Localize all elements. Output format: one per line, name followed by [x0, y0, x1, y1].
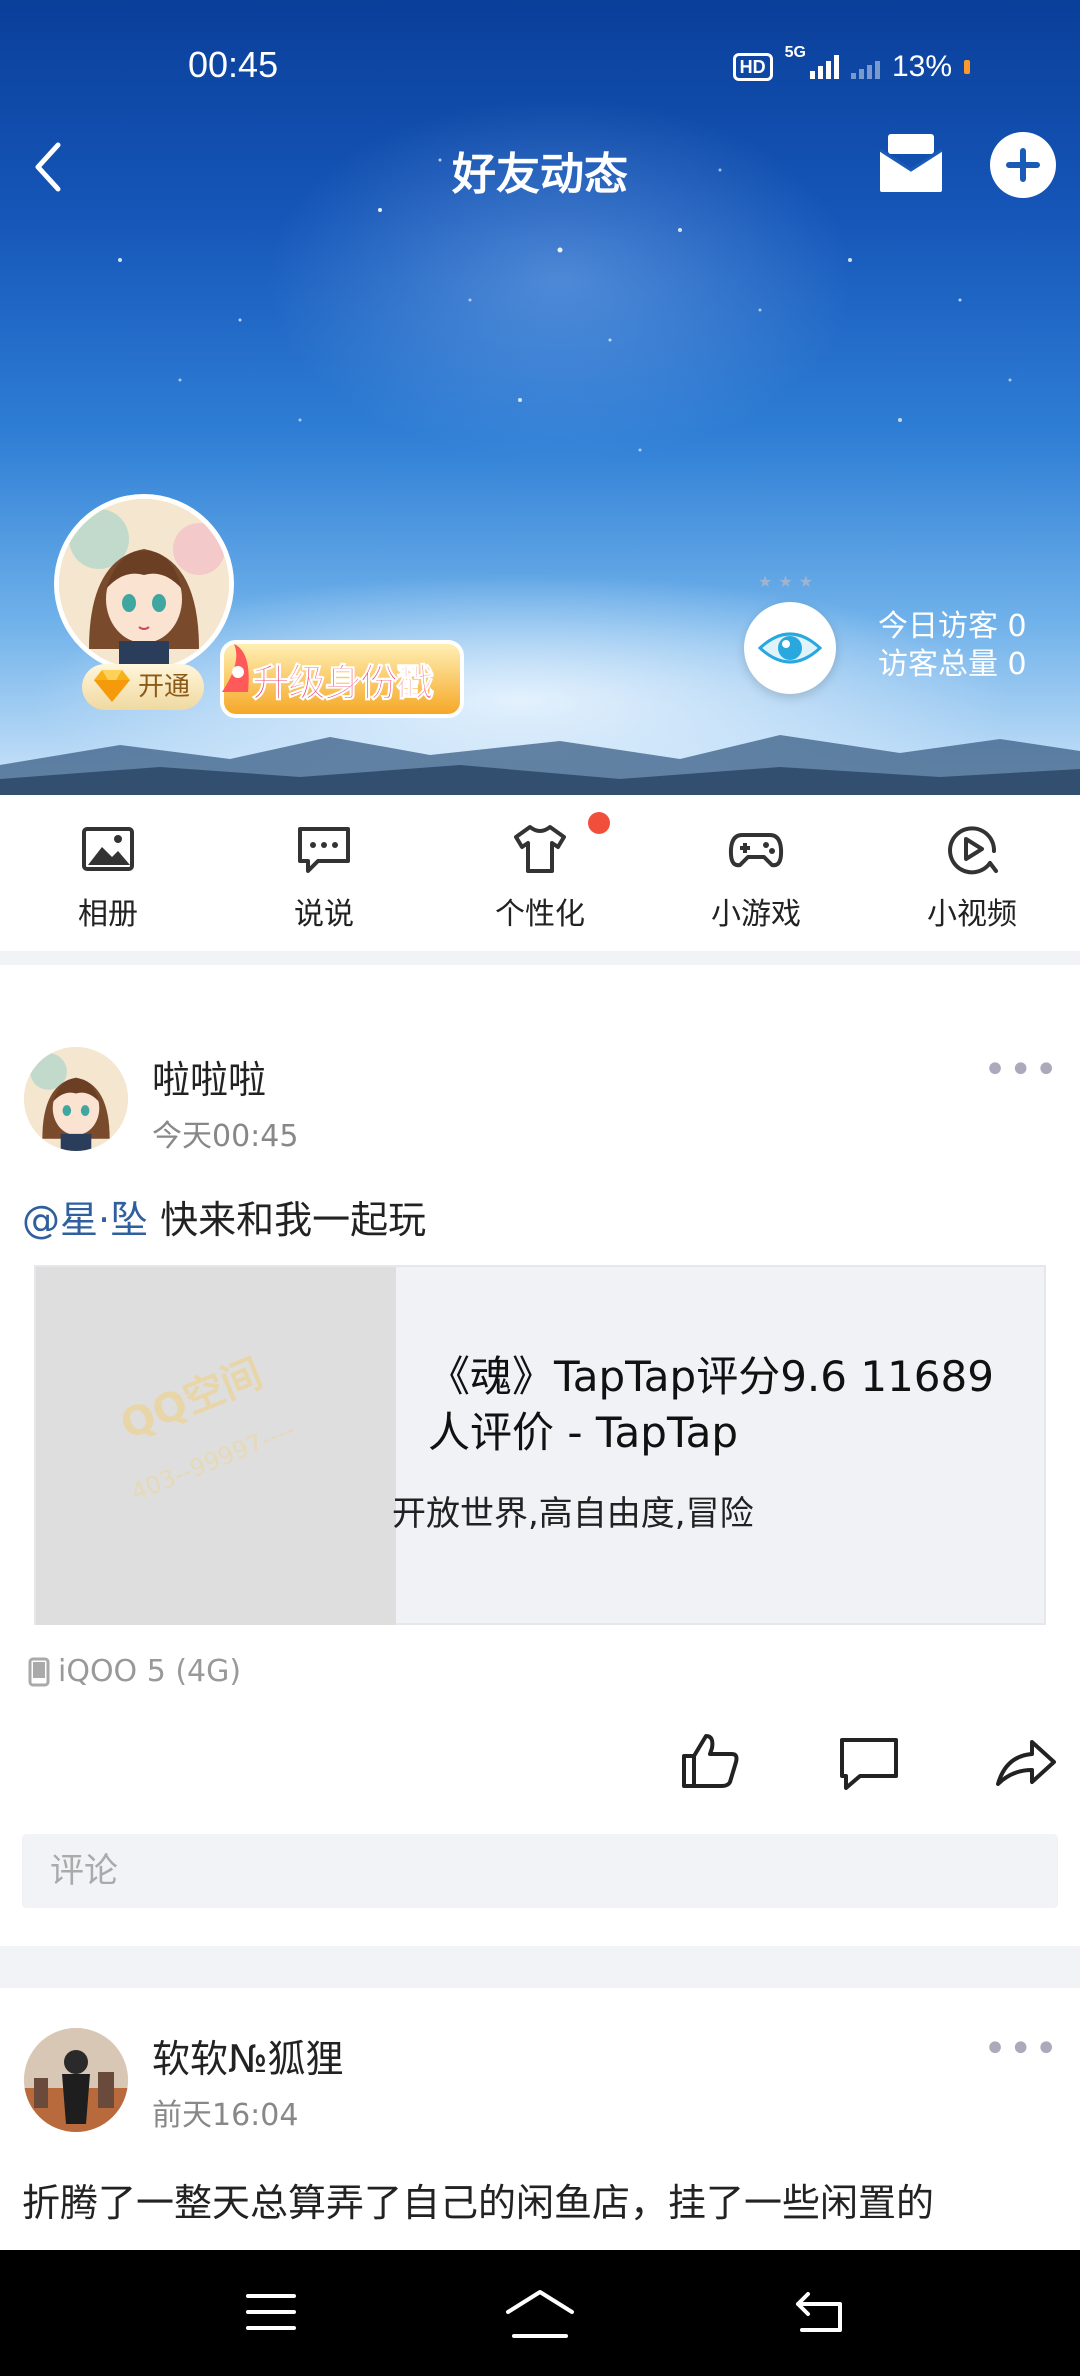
diamond-icon [94, 670, 130, 702]
post-text: 折腾了一整天总算弄了自己的闲鱼店，挂了一些闲置的 [22, 2181, 935, 2225]
post-device: iQOO 5 (4G) [28, 1654, 241, 1689]
link-thumbnail-placeholder: QQ空间 403--99997---- [36, 1267, 396, 1625]
profile-avatar[interactable] [54, 494, 234, 674]
action-personalize[interactable]: 个性化 [432, 795, 648, 951]
menu-icon[interactable] [244, 2288, 298, 2336]
total-visitors-label: 访客总量 [878, 647, 998, 682]
more-options-icon[interactable]: ••• [983, 2026, 1060, 2072]
action-minigame-label: 小游戏 [711, 897, 801, 932]
upgrade-identity-banner[interactable]: 升级身份戳 [212, 632, 466, 724]
share-arrow-icon[interactable] [992, 1732, 1058, 1792]
action-shuoshuo-label: 说说 [294, 897, 354, 932]
total-visitors: 访客总量 0 [878, 646, 1027, 684]
tshirt-icon [514, 825, 566, 873]
vip-open-badge[interactable]: 开通 [82, 664, 205, 710]
anime-girl-avatar-image [24, 1047, 128, 1151]
phone-icon [28, 1657, 50, 1686]
upgrade-banner-text: 升级身份戳 [251, 661, 434, 706]
post-author-name[interactable]: 啦啦啦 [152, 1049, 266, 1104]
video-play-icon [948, 826, 998, 875]
eye-icon [758, 632, 822, 664]
section-divider [0, 1946, 1080, 1988]
action-minigame[interactable]: 小游戏 [648, 795, 864, 951]
dark-figure-avatar-image [24, 2028, 128, 2132]
hd-icon: HD [732, 53, 773, 81]
quick-actions-bar: 相册 说说 个性化 小游戏 小视频 [0, 795, 1080, 951]
photo-album-icon [82, 827, 134, 871]
action-album[interactable]: 相册 [0, 795, 216, 951]
total-visitors-count: 0 [1007, 647, 1027, 682]
personalize-notification-dot [588, 812, 610, 834]
comment-icon[interactable] [836, 1732, 902, 1792]
status-time: 00:45 [188, 44, 279, 85]
visitor-button[interactable] [744, 602, 836, 694]
mention-link[interactable]: @星·坠 [22, 1198, 148, 1242]
shared-link-card[interactable]: QQ空间 403--99997---- 《魂》TapTap评分9.6 11689… [34, 1265, 1046, 1625]
post-timestamp: 今天00:45 [152, 1119, 299, 1154]
today-visitors-count: 0 [1007, 609, 1027, 644]
status-bar: 00:45 HD 5G 13% [0, 0, 1080, 130]
action-shortvideo-label: 小视频 [927, 897, 1017, 932]
post-timestamp: 前天16:04 [152, 2098, 299, 2133]
messages-button[interactable] [876, 130, 946, 196]
action-shortvideo[interactable]: 小视频 [864, 795, 1080, 951]
action-personalize-label: 个性化 [495, 897, 585, 932]
status-indicators: HD 5G 13% [732, 44, 970, 84]
action-album-label: 相册 [78, 897, 138, 932]
like-thumb-icon[interactable] [678, 1730, 744, 1790]
link-title: 《魂》TapTap评分9.6 11689人评价 - TapTap [428, 1352, 994, 1457]
post-body: 快来和我一起玩 [148, 1198, 427, 1242]
device-name: iQOO 5 (4G) [58, 1654, 242, 1689]
home-icon[interactable] [504, 2288, 576, 2340]
anime-girl-avatar-image [59, 499, 229, 669]
plus-icon [1006, 148, 1040, 182]
mail-icon [879, 134, 943, 192]
battery-icon [964, 60, 970, 74]
today-visitors-label: 今日访客 [878, 609, 998, 644]
today-visitors: 今日访客 0 [878, 608, 1027, 646]
add-post-button[interactable] [990, 132, 1056, 198]
battery-percent: 13% [891, 50, 952, 83]
feed-post: 软软№狐狸 前天16:04 ••• 折腾了一整天总算弄了自己的闲鱼店，挂了一些闲… [0, 1988, 1080, 2250]
link-description: 开放世界,高自由度,冒险 [392, 1494, 754, 1534]
visitor-stars-decoration: ★★★ [758, 572, 820, 591]
more-options-icon[interactable]: ••• [983, 1047, 1060, 1093]
visitor-stats[interactable]: 今日访客 0 访客总量 0 [878, 608, 1027, 684]
system-navigation-bar [0, 2250, 1080, 2376]
speech-bubble-icon [298, 827, 350, 873]
network-type: 5G [784, 44, 806, 61]
section-divider [0, 951, 1080, 965]
post-text: @星·坠 快来和我一起玩 [22, 1191, 1058, 1249]
post-author-name[interactable]: 软软№狐狸 [152, 2028, 344, 2083]
back-icon[interactable] [792, 2288, 848, 2336]
signal-2-icon [850, 55, 880, 79]
post-author-avatar[interactable] [24, 2028, 128, 2132]
action-shuoshuo[interactable]: 说说 [216, 795, 432, 951]
post-author-avatar[interactable] [24, 1047, 128, 1151]
comment-input[interactable]: 评论 [22, 1834, 1058, 1908]
gamepad-icon [728, 833, 784, 868]
signal-icon [809, 55, 839, 79]
vip-open-label: 开通 [138, 672, 191, 702]
